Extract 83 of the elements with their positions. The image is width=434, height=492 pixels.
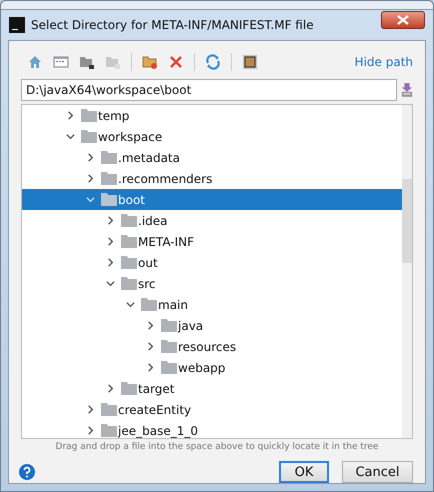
folder-icon	[121, 277, 137, 290]
chevron-right-icon[interactable]	[146, 342, 155, 351]
help-icon[interactable]	[19, 464, 35, 480]
folder-name: .idea	[138, 214, 168, 228]
home-icon[interactable]	[27, 54, 43, 70]
chevron-right-icon[interactable]	[66, 111, 75, 120]
folder-name: jee_base_1_0	[118, 424, 198, 438]
hide-path-link[interactable]: Hide path	[354, 55, 413, 69]
folder-icon	[161, 361, 177, 374]
chevron-right-icon[interactable]	[106, 216, 115, 225]
tree-item[interactable]: temp	[22, 105, 402, 126]
app-logo-icon	[9, 17, 25, 33]
scrollbar-thumb[interactable]	[402, 179, 412, 263]
folder-icon	[81, 109, 97, 122]
folder-icon	[161, 340, 177, 353]
folder-name: createEntity	[118, 402, 192, 416]
chevron-right-icon[interactable]	[86, 153, 95, 162]
cancel-button[interactable]: Cancel	[342, 461, 413, 483]
frame-icon[interactable]	[242, 54, 258, 70]
tree-item[interactable]: webapp	[22, 357, 402, 378]
folder-name: boot	[118, 192, 146, 206]
ok-button[interactable]: OK	[279, 461, 329, 483]
tree-item[interactable]: out	[22, 252, 402, 273]
chevron-right-icon[interactable]	[146, 321, 155, 330]
folder-icon	[121, 235, 137, 248]
chevron-down-icon[interactable]	[86, 195, 95, 204]
window-title: Select Directory for META-INF/MANIFEST.MF file	[31, 18, 314, 32]
folder-name: src	[138, 276, 156, 290]
folder-icon	[101, 424, 117, 437]
close-button[interactable]	[381, 11, 425, 29]
folder-icon	[161, 319, 177, 332]
folder-name: temp	[98, 108, 130, 122]
chevron-right-icon[interactable]	[86, 174, 95, 183]
tree-item[interactable]: boot	[22, 189, 402, 210]
download-icon[interactable]	[401, 81, 413, 99]
chevron-right-icon[interactable]	[146, 363, 155, 372]
folder-icon	[101, 151, 117, 164]
folder-name: .recommenders	[118, 172, 212, 186]
delete-icon[interactable]	[168, 54, 184, 70]
chevron-right-icon[interactable]	[106, 237, 115, 246]
folder-name: out	[138, 256, 158, 270]
chevron-right-icon[interactable]	[106, 384, 115, 393]
folder-name: resources	[178, 340, 236, 354]
chevron-down-icon[interactable]	[66, 132, 75, 141]
desktop-icon[interactable]	[53, 54, 69, 70]
folder-name: java	[178, 318, 204, 332]
tree-item[interactable]: target	[22, 378, 402, 399]
tree-item[interactable]: main	[22, 294, 402, 315]
folder-icon	[101, 403, 117, 416]
tree-item[interactable]: createEntity	[22, 399, 402, 420]
chevron-down-icon[interactable]	[106, 279, 115, 288]
folder-icon[interactable]	[79, 54, 95, 70]
tree-item[interactable]: META-INF	[22, 231, 402, 252]
tree-item[interactable]: workspace	[22, 126, 402, 147]
tree-item[interactable]: jee_base_1_0	[22, 420, 402, 438]
folder-name: webapp	[178, 360, 226, 374]
chevron-down-icon[interactable]	[126, 300, 135, 309]
folder-name: main	[158, 298, 188, 312]
folder-icon	[121, 382, 137, 395]
folder-icon	[101, 193, 117, 206]
chevron-right-icon[interactable]	[86, 405, 95, 414]
refresh-icon[interactable]	[205, 54, 221, 70]
folder-icon	[81, 130, 97, 143]
tree-item[interactable]: resources	[22, 336, 402, 357]
tree-item[interactable]: .idea	[22, 210, 402, 231]
new-folder-icon[interactable]	[142, 54, 158, 70]
folder-name: META-INF	[138, 234, 194, 248]
folder-name: workspace	[98, 130, 162, 144]
tree-item[interactable]: src	[22, 273, 402, 294]
hint-text: Drag and drop a file into the space above to quickly locate it in the tree	[54, 441, 380, 454]
path-field[interactable]: D:\javaX64\workspace\boot	[21, 79, 397, 101]
chevron-right-icon[interactable]	[106, 258, 115, 267]
close-icon	[397, 15, 409, 25]
folder-name: .metadata	[118, 150, 180, 164]
folder-icon	[121, 256, 137, 269]
folder-icon	[101, 172, 117, 185]
folder-icon	[141, 298, 157, 311]
folder-icon	[121, 214, 137, 227]
tree-item[interactable]: java	[22, 315, 402, 336]
tree-item[interactable]: .metadata	[22, 147, 402, 168]
folder-name: target	[138, 382, 174, 396]
tree-item[interactable]: .recommenders	[22, 168, 402, 189]
chevron-right-icon[interactable]	[86, 426, 95, 435]
